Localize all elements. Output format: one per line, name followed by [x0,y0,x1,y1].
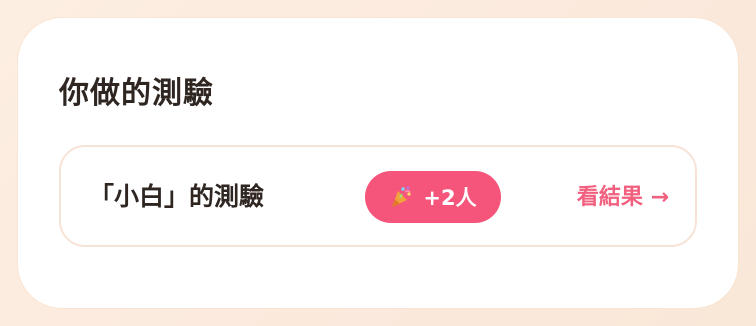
party-popper-icon [389,185,413,209]
view-results-link[interactable]: 看結果 → [577,179,669,211]
quizzes-card: 你做的測驗 「小白」的測驗 +2人 看結果 → [18,18,738,308]
new-participants-badge: +2人 [365,171,501,223]
quiz-name: 「小白」的測驗 [89,182,265,211]
badge-count: +2人 [423,186,477,210]
section-title: 你做的測驗 [59,76,214,111]
quiz-list-item[interactable]: 「小白」的測驗 +2人 看結果 → [59,145,697,247]
